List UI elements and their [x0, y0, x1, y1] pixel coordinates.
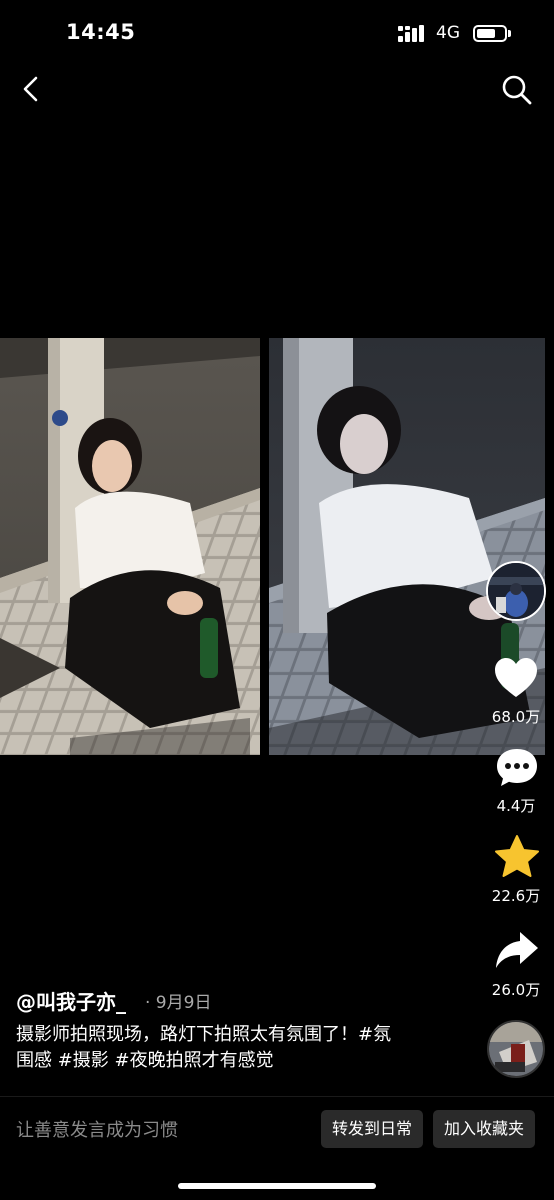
- favorite-count: 22.6万: [491, 887, 541, 905]
- like-heart-icon[interactable]: [492, 655, 540, 701]
- post-date: · 9月9日: [145, 993, 212, 1013]
- back-button[interactable]: [18, 74, 46, 104]
- add-to-favorites-button[interactable]: 加入收藏夹: [433, 1110, 536, 1148]
- author-name[interactable]: @叫我子亦_: [16, 986, 126, 1015]
- battery-tip: [508, 30, 511, 37]
- caption-line-2: 围感 #摄影 #夜晚拍照才有感觉: [16, 1050, 274, 1071]
- music-disc-avatar[interactable]: [487, 1020, 545, 1078]
- comment-icon[interactable]: [493, 745, 541, 791]
- divider: [0, 1096, 554, 1097]
- share-count: 26.0万: [491, 981, 541, 999]
- author-avatar[interactable]: [486, 561, 546, 621]
- network-type: 4G: [436, 23, 460, 43]
- post-caption: 摄影师拍照现场，路灯下拍照太有氛围了！#氛 围感 #摄影 #夜晚拍照才有感觉: [16, 1022, 436, 1074]
- caption-line-1: 摄影师拍照现场，路灯下拍照太有氛围了！#氛: [16, 1024, 392, 1045]
- search-icon[interactable]: [500, 73, 534, 107]
- home-indicator[interactable]: [178, 1183, 376, 1189]
- forward-to-daily-button[interactable]: 转发到日常: [321, 1110, 424, 1148]
- favorite-star-icon[interactable]: [493, 834, 541, 880]
- share-arrow-icon[interactable]: [493, 928, 541, 974]
- like-count: 68.0万: [491, 708, 541, 726]
- battery-icon: [473, 25, 507, 42]
- status-time: 14:45: [66, 20, 136, 44]
- signal-icon: [398, 25, 424, 42]
- comment-input[interactable]: 让善意发言成为习惯: [16, 1116, 178, 1142]
- photo-left: [0, 338, 260, 755]
- comment-count: 4.4万: [496, 797, 536, 815]
